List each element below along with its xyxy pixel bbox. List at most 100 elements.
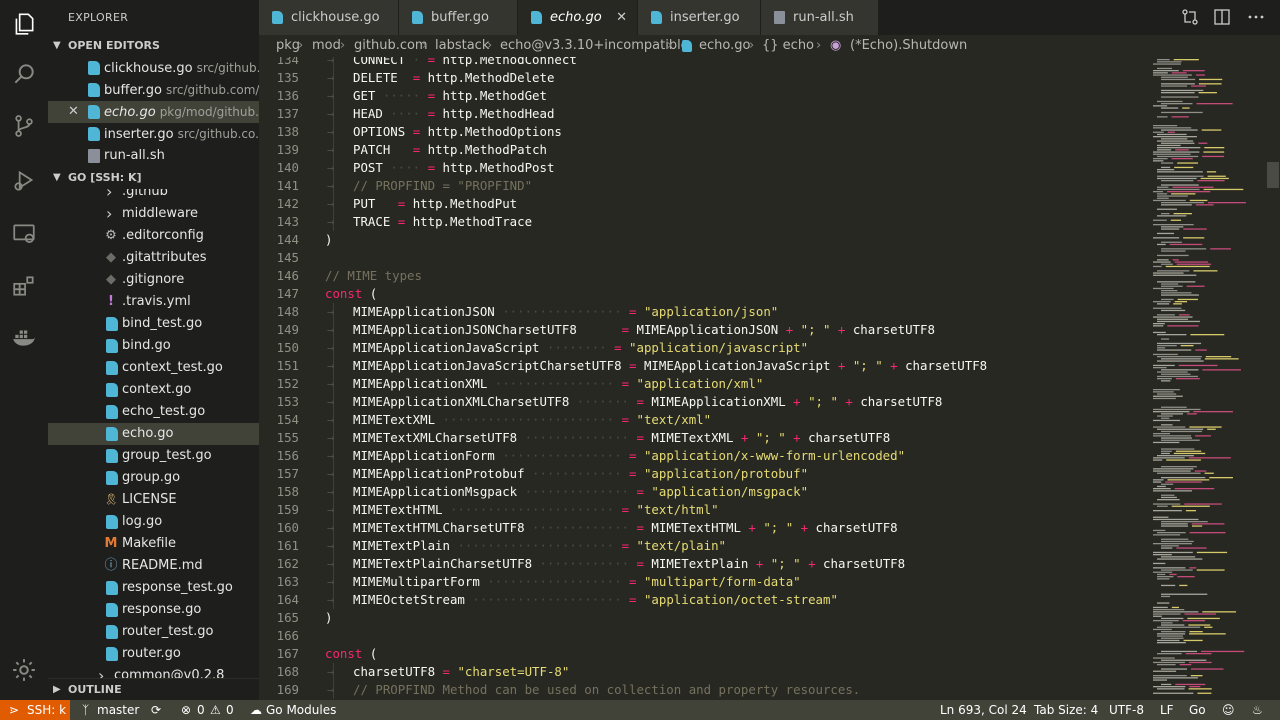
minimap[interactable] [1147,57,1267,700]
code-token: ······················· [435,412,622,427]
notifications-bell-icon[interactable]: ♨ [1252,700,1263,720]
language-mode[interactable]: Go [1189,700,1206,720]
file-tree-item[interactable]: group_test.go [48,445,259,467]
minimap-line [1157,303,1170,305]
minimap-line [1153,692,1194,694]
file-tree-item[interactable]: › common@v0.2.8 [48,665,259,678]
go-file-icon [106,581,118,595]
breadcrumb-item[interactable]: mod [312,35,341,57]
minimap-line [1161,496,1177,499]
encoding[interactable]: UTF-8 [1109,700,1144,720]
cursor-position[interactable]: Ln 693, Col 24 [940,700,1027,720]
file-tree-item[interactable]: context.go [48,379,259,401]
file-tree-item[interactable]: context_test.go [48,357,259,379]
code-text: MIMETextPlain ····················· = "t… [353,537,726,555]
file-tree-item[interactable]: › middleware [48,203,259,225]
docker-icon[interactable] [0,313,48,361]
file-tree-item[interactable]: bind.go [48,335,259,357]
more-actions-icon[interactable] [1247,8,1265,26]
tab-clickhouse[interactable]: clickhouse.go [259,0,399,35]
file-tree-label: response_test.go [122,580,233,595]
warning-count[interactable]: 0 [226,700,234,720]
source-control-icon[interactable] [0,102,48,150]
minimap-line [1203,188,1244,191]
settings-gear-icon[interactable] [0,646,48,694]
workspace-header[interactable]: ▼ GO [SSH: K] [48,167,259,189]
breadcrumb-item[interactable]: {} echo [762,35,814,57]
minimap-line [1189,199,1208,202]
open-editors-header[interactable]: ▼ OPEN EDITORS [48,35,259,57]
open-editor-item[interactable]: ✕ echo.gopkg/mod/github.... [48,101,259,123]
open-editor-item[interactable]: inserter.go src/github.co... [48,123,259,145]
minimap-line [1173,213,1192,215]
breadcrumb-item[interactable]: pkg [276,35,300,57]
file-tree-item[interactable]: M Makefile [48,533,259,555]
file-tree-item[interactable]: response.go [48,599,259,621]
explorer-icon[interactable] [0,0,48,48]
file-tree-item[interactable]: router.go [48,643,259,665]
scrollbar-thumb[interactable] [1267,162,1279,188]
minimap-line [1161,593,1208,595]
outline-header[interactable]: ▶ OUTLINE [48,678,259,700]
vertical-scrollbar[interactable] [1266,57,1280,700]
file-tree-item[interactable]: response_test.go [48,577,259,599]
feedback-icon[interactable]: ☺ [1222,700,1235,720]
line-number: 153 [276,394,299,409]
minimap-line [1153,441,1180,444]
breadcrumb-item[interactable]: echo@v3.3.10+incompatible [500,35,689,57]
minimap-line [1157,499,1180,501]
file-tree-item[interactable]: 🎗 LICENSE [48,489,259,511]
code-token: charsetUTF8 [852,394,943,409]
extensions-icon[interactable] [0,262,48,310]
close-icon[interactable]: ✕ [616,0,627,35]
open-editor-path: src/github.com/... [165,83,259,97]
tab-run-all[interactable]: run-all.sh [761,0,879,35]
minimap-line [1165,481,1202,483]
open-editor-item[interactable]: clickhouse.gosrc/github... [48,57,259,79]
tab-echo[interactable]: echo.go ✕ [518,0,638,35]
breadcrumb-item[interactable]: github.com [354,35,428,57]
error-count[interactable]: 0 [197,700,205,720]
go-modules-label[interactable]: Go Modules [266,700,336,720]
tab-label: inserter.go [670,10,740,25]
code-editor[interactable]: 134 → CONNECT · = http.MethodConnect 135 → DE… [259,57,1147,700]
open-editor-item[interactable]: run-all.sh [48,145,259,167]
search-icon[interactable] [0,50,48,98]
run-debug-icon[interactable] [0,156,48,204]
file-tree-item[interactable]: group.go [48,467,259,489]
file-tree-item[interactable]: echo.go [48,423,259,445]
file-tree-item[interactable]: ⓘ README.md [48,555,259,577]
file-tree-item[interactable]: log.go [48,511,259,533]
tab-inserter[interactable]: inserter.go [638,0,761,35]
minimap-line [1197,692,1212,694]
minimap-line [1157,428,1204,430]
code-token: HEAD [353,106,383,121]
compare-changes-icon[interactable] [1181,8,1199,26]
minimap-line [1190,334,1225,336]
split-editor-icon[interactable] [1213,8,1231,26]
branch-label[interactable]: master [97,700,139,720]
tab-size[interactable]: Tab Size: 4 [1034,700,1098,720]
breadcrumb-item[interactable]: echo.go [699,35,750,57]
file-tree-item[interactable]: ! .travis.yml [48,291,259,313]
minimap-line [1157,175,1204,177]
file-tree-item[interactable]: ◆ .gitignore [48,269,259,291]
file-tree-item[interactable]: bind_test.go [48,313,259,335]
line-ending[interactable]: LF [1160,700,1174,720]
remote-explorer-icon[interactable] [0,210,48,258]
open-editor-item[interactable]: buffer.gosrc/github.com/... [48,79,259,101]
file-tree-item[interactable]: ◆ .gitattributes [48,247,259,269]
minimap-line [1153,72,1168,74]
sync-icon[interactable]: ⟳ [151,700,161,720]
remote-indicator[interactable]: ⋗ SSH: k [0,700,70,720]
minimap-line [1196,551,1228,554]
file-tree-item[interactable]: ⚙ .editorconfig [48,225,259,247]
minimap-line [1157,116,1168,118]
close-icon[interactable]: ✕ [68,101,79,123]
file-tree-item[interactable]: echo_test.go [48,401,259,423]
file-tree-item[interactable]: › .github [48,189,259,203]
tab-buffer[interactable]: buffer.go [399,0,518,35]
breadcrumb-item[interactable]: (*Echo).Shutdown [850,35,967,57]
file-tree-item[interactable]: router_test.go [48,621,259,643]
breadcrumb-item[interactable]: labstack [435,35,489,57]
